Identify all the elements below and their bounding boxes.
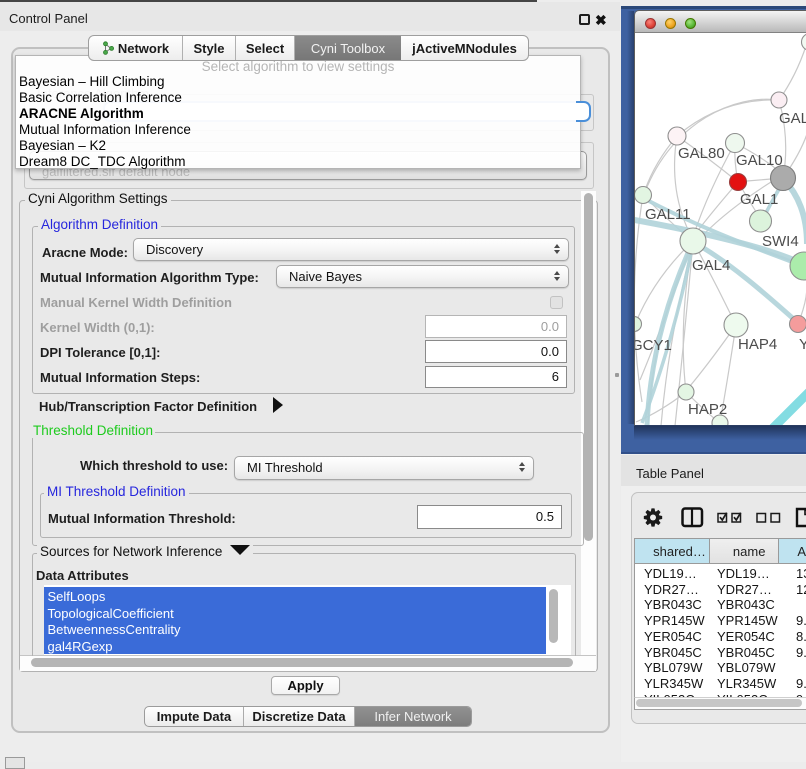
svg-text:GCY1: GCY1 — [635, 337, 672, 354]
svg-text:SWI4: SWI4 — [762, 233, 799, 250]
svg-text:GAL1: GAL1 — [740, 191, 778, 208]
svg-text:HAP2: HAP2 — [688, 401, 727, 418]
svg-text:Y: Y — [799, 336, 806, 353]
svg-text:HAP4: HAP4 — [738, 336, 777, 353]
svg-text:GAL80: GAL80 — [678, 145, 725, 162]
svg-text:GAL11: GAL11 — [645, 206, 691, 223]
svg-text:GAL: GAL — [779, 110, 806, 127]
svg-text:GAL4: GAL4 — [692, 257, 730, 274]
svg-text:GAL10: GAL10 — [736, 152, 783, 169]
